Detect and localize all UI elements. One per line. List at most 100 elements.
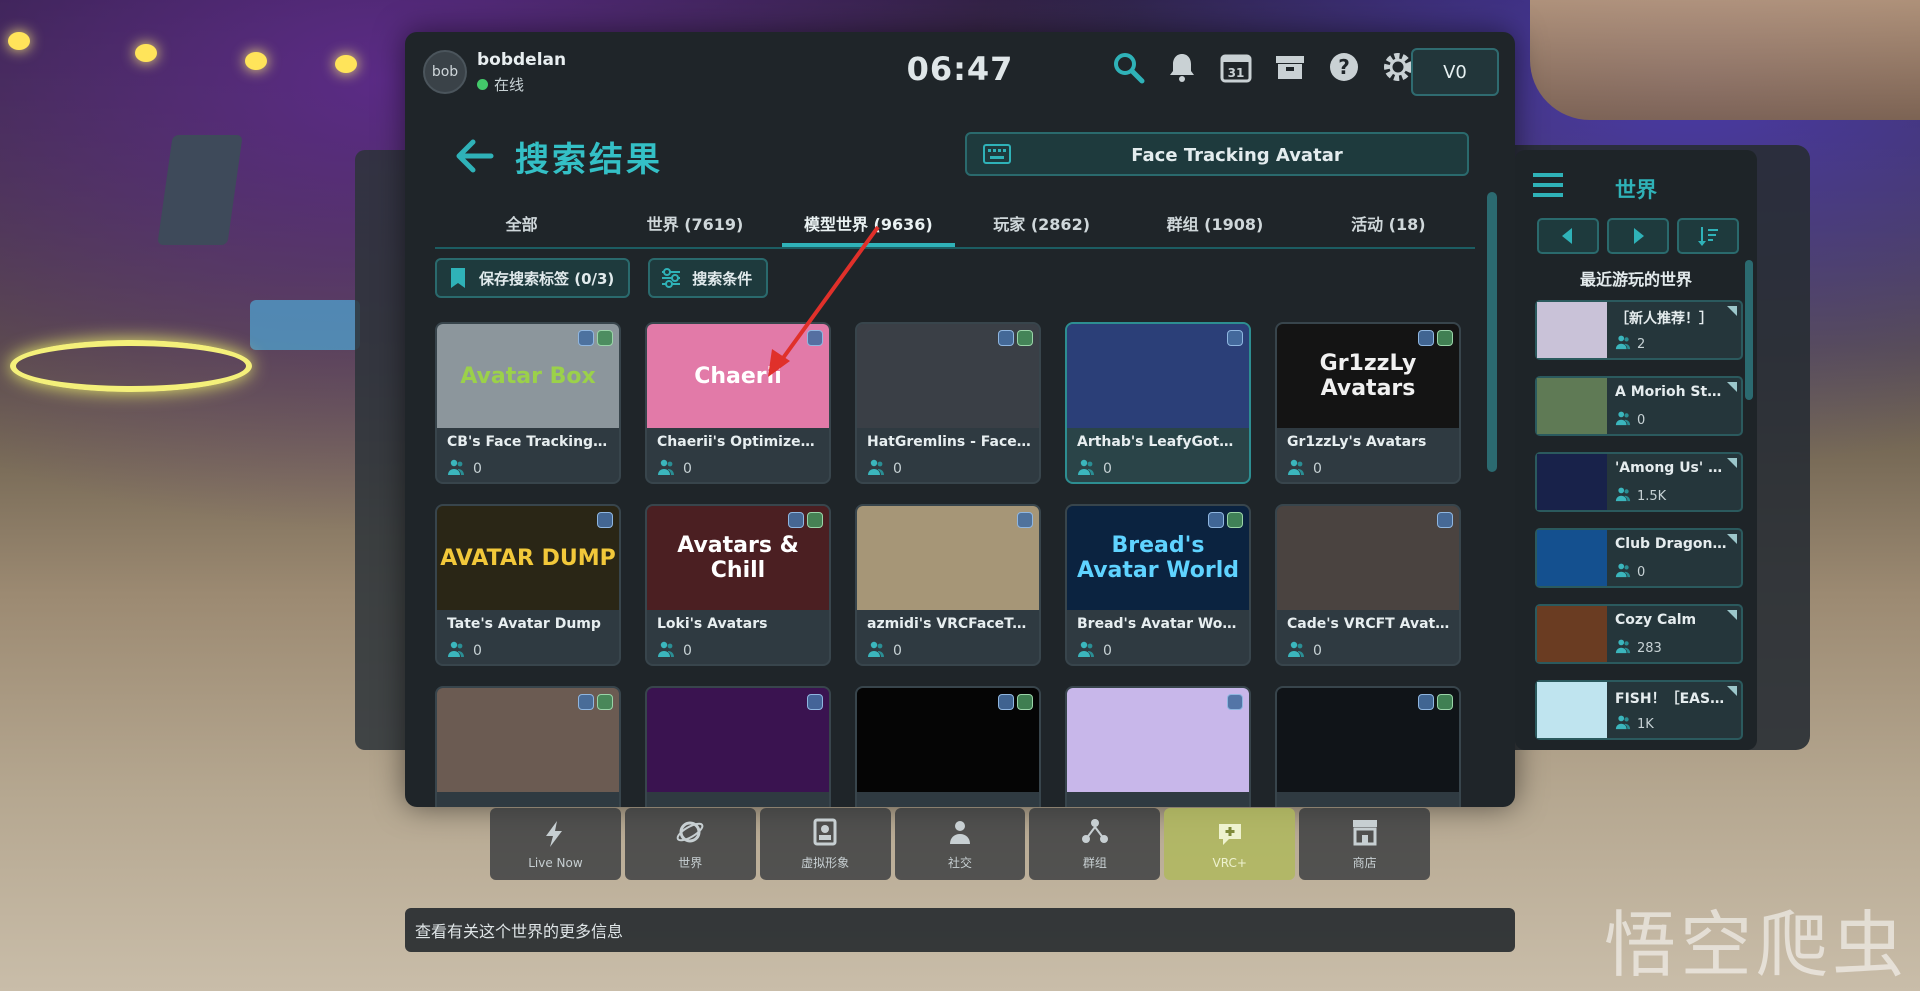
- world-card[interactable]: azmidi's VRCFaceTrac... 0: [855, 504, 1041, 666]
- side-scrollbar[interactable]: [1745, 260, 1753, 400]
- dock-item-lightning[interactable]: Live Now: [490, 808, 621, 880]
- recent-world-count-value: 0: [1637, 564, 1646, 580]
- dock-label: VRC+: [1212, 855, 1247, 870]
- platform-badges: [1227, 694, 1243, 710]
- next-button[interactable]: [1607, 218, 1669, 254]
- tab-events[interactable]: 活动 (18): [1302, 197, 1475, 247]
- recent-world-thumbnail: [1537, 378, 1607, 434]
- search-icon[interactable]: [1111, 48, 1145, 86]
- credits-button[interactable]: V0: [1411, 48, 1499, 96]
- world-card[interactable]: [1065, 686, 1251, 807]
- back-arrow-icon[interactable]: [455, 138, 495, 174]
- dock-label: 虚拟形象: [801, 856, 850, 870]
- world-card[interactable]: Avatars & Chill Loki's Avatars 0: [645, 504, 831, 666]
- bottom-dock: Live Now 世界 虚拟形象 社交 群组 VRC+ 商店: [490, 808, 1431, 880]
- thumbnail-text: Bread's Avatar World: [1076, 533, 1240, 583]
- search-input[interactable]: Face Tracking Avatar: [965, 132, 1469, 176]
- dock-item-store[interactable]: 商店: [1299, 808, 1431, 880]
- world-thumbnail: Chaerii: [647, 324, 829, 428]
- tab-groups[interactable]: 群组 (1908): [1128, 197, 1301, 247]
- thumbnail-text: Chaerii: [694, 363, 782, 389]
- tab-players[interactable]: 玩家 (2862): [955, 197, 1128, 247]
- recent-world-count: 283: [1615, 638, 1662, 658]
- world-card[interactable]: Gr1zzLy Avatars Gr1zzLy's Avatars 0: [1275, 322, 1461, 484]
- world-card[interactable]: [1275, 686, 1461, 807]
- platform-badges: [1418, 694, 1453, 710]
- recent-world-count: 0: [1615, 562, 1645, 582]
- world-card[interactable]: [435, 686, 621, 807]
- scene-floor-ring: [10, 340, 252, 392]
- results-scrollbar[interactable]: [1487, 192, 1497, 472]
- world-thumbnail: AVATAR DUMP: [437, 506, 619, 610]
- svg-text:?: ?: [1338, 55, 1350, 79]
- dock-item-groups[interactable]: 群组: [1029, 808, 1161, 880]
- player-count-value: 0: [683, 643, 692, 659]
- search-window: bob bobdelan 在线 06:47 31 ? V0 搜索结果 Face …: [405, 32, 1515, 807]
- world-card[interactable]: Arthab's LeafyGote A... 0: [1065, 322, 1251, 484]
- thumbnail-text: Avatar Box: [460, 363, 596, 389]
- recent-world-item[interactable]: ［新人推荐！］ 2: [1535, 300, 1743, 360]
- people-icon: [1615, 638, 1631, 658]
- platform-badges: [998, 330, 1033, 346]
- recent-world-count-value: 0: [1637, 412, 1646, 428]
- tab-worlds[interactable]: 世界 (7619): [608, 197, 781, 247]
- world-card[interactable]: Avatar Box CB's Face Tracking Av... 0: [435, 322, 621, 484]
- recent-world-item[interactable]: FISH！［EAST... 1K: [1535, 680, 1743, 740]
- search-conditions-button[interactable]: 搜索条件: [648, 258, 769, 298]
- save-search-tags-button[interactable]: 保存搜索标签 (0/3): [435, 258, 631, 298]
- recent-world-item[interactable]: Club Dragon 1... 0: [1535, 528, 1743, 588]
- recent-world-count-value: 283: [1637, 640, 1662, 656]
- planet-icon: [675, 817, 705, 850]
- platform-badges: [807, 330, 823, 346]
- keyboard-icon[interactable]: [983, 144, 1011, 164]
- dock-item-avatar[interactable]: 虚拟形象: [759, 808, 891, 880]
- recent-world-count: 2: [1615, 334, 1645, 354]
- pc-platform-icon: [807, 694, 823, 710]
- dock-item-vrcplus[interactable]: VRC+: [1164, 808, 1296, 880]
- world-card[interactable]: [855, 686, 1041, 807]
- world-thumbnail: Gr1zzLy Avatars: [1277, 324, 1459, 428]
- world-card[interactable]: [645, 686, 831, 807]
- people-icon: [867, 458, 885, 480]
- search-conditions-label: 搜索条件: [692, 269, 753, 288]
- player-count-value: 0: [1313, 461, 1322, 477]
- platform-badges: [578, 694, 613, 710]
- arrow-right-icon: [1634, 228, 1644, 244]
- corner-marker-icon: [1727, 382, 1737, 392]
- help-icon[interactable]: ?: [1327, 48, 1361, 86]
- world-thumbnail: [857, 324, 1039, 428]
- recent-world-item[interactable]: A Morioh Stati... 0: [1535, 376, 1743, 436]
- tab-all[interactable]: 全部: [435, 197, 608, 247]
- pc-platform-icon: [578, 330, 594, 346]
- tab-avatar-worlds[interactable]: 模型世界 (9636): [781, 197, 955, 247]
- people-icon: [1077, 458, 1095, 480]
- sort-button[interactable]: [1677, 218, 1739, 254]
- prev-button[interactable]: [1537, 218, 1599, 254]
- bell-icon[interactable]: [1165, 48, 1199, 86]
- dock-item-social[interactable]: 社交: [894, 808, 1026, 880]
- dock-label: 商店: [1352, 856, 1377, 870]
- world-name: Cade's VRCFT Avatars: [1287, 616, 1451, 632]
- recent-world-item[interactable]: Cozy Calm 283: [1535, 604, 1743, 664]
- platform-badges: [998, 694, 1033, 710]
- watermark: 悟空爬虫: [1603, 903, 1908, 987]
- pc-platform-icon: [1227, 330, 1243, 346]
- world-card[interactable]: HatGremlins - Face Tr... 0: [855, 322, 1041, 484]
- people-icon: [1615, 334, 1631, 354]
- calendar-icon[interactable]: 31: [1219, 48, 1253, 86]
- people-icon: [1287, 640, 1305, 662]
- inventory-icon[interactable]: [1273, 48, 1307, 86]
- world-card[interactable]: Bread's Avatar World Bread's Avatar World…: [1065, 504, 1251, 666]
- gear-icon[interactable]: [1381, 48, 1415, 86]
- recent-world-item[interactable]: 'Among Us' ga... 1.5K: [1535, 452, 1743, 512]
- world-card[interactable]: Chaerii Chaerii's Optimized ... 0: [645, 322, 831, 484]
- pc-platform-icon: [998, 694, 1014, 710]
- dock-item-planet[interactable]: 世界: [624, 808, 756, 880]
- people-icon: [867, 640, 885, 662]
- world-card[interactable]: Cade's VRCFT Avatars 0: [1275, 504, 1461, 666]
- scene-pool: [250, 300, 360, 350]
- vrcplus-icon: [1215, 819, 1245, 852]
- recent-world-count: 1.5K: [1615, 486, 1666, 506]
- recent-world-count-value: 2: [1637, 336, 1646, 352]
- world-card[interactable]: AVATAR DUMP Tate's Avatar Dump 0: [435, 504, 621, 666]
